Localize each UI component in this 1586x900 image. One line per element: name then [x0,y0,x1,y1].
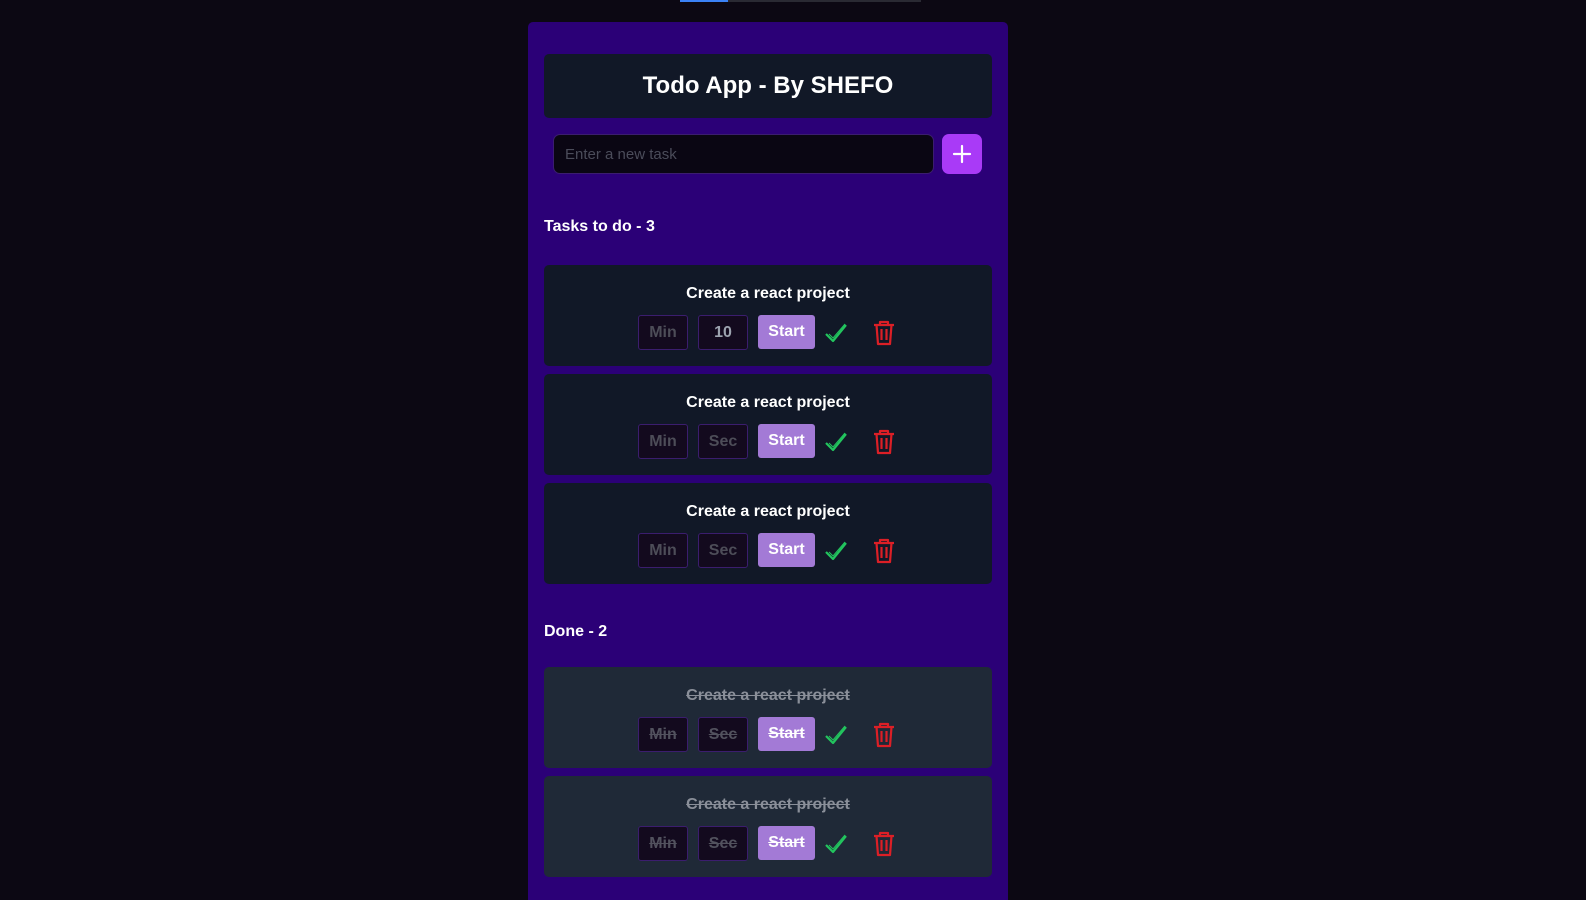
trash-icon[interactable] [872,320,896,346]
start-timer-button[interactable]: Start [758,717,815,751]
seconds-input[interactable]: Sec [698,717,748,752]
minutes-input[interactable]: Min [638,424,688,459]
task-name: Create a react project [686,796,850,813]
start-timer-button[interactable]: Start [758,533,815,567]
seconds-input[interactable]: Sec [698,826,748,861]
done-task-card: Create a react project Min Sec Start [544,776,992,877]
check-icon[interactable] [824,539,848,563]
app-header: Todo App - By SHEFO [544,54,992,118]
todo-app-panel: Todo App - By SHEFO Tasks to do - 3 Crea… [528,22,1008,900]
task-name: Create a react project [686,394,850,411]
done-section-title: Done - 2 [544,623,608,640]
plus-icon [952,144,972,164]
trash-icon[interactable] [872,429,896,455]
trash-icon[interactable] [872,722,896,748]
trash-icon[interactable] [872,831,896,857]
todo-task-card: Create a react project Min Sec Start [544,483,992,584]
minutes-input[interactable]: Min [638,533,688,568]
new-task-input[interactable] [553,134,934,174]
app-title: Todo App - By SHEFO [642,72,894,99]
check-icon[interactable] [824,430,848,454]
seconds-input[interactable]: Sec [698,424,748,459]
minutes-input[interactable]: Min [638,826,688,861]
task-name: Create a react project [686,503,850,520]
add-task-form [553,134,982,174]
minutes-input[interactable]: Min [638,717,688,752]
check-icon[interactable] [824,321,848,345]
seconds-input[interactable]: Sec [698,533,748,568]
trash-icon[interactable] [872,538,896,564]
top-scroll-indicator-active [680,0,728,2]
top-scroll-indicator [680,0,921,2]
check-icon[interactable] [824,832,848,856]
start-timer-button[interactable]: Start [758,315,815,349]
todo-task-card: Create a react project Min Sec Start [544,374,992,475]
start-timer-button[interactable]: Start [758,826,815,860]
start-timer-button[interactable]: Start [758,424,815,458]
todo-task-card: Create a react project Min 10 Start [544,265,992,366]
done-task-card: Create a react project Min Sec Start [544,667,992,768]
check-icon[interactable] [824,723,848,747]
todo-section-title: Tasks to do - 3 [544,218,655,235]
seconds-input[interactable]: 10 [698,315,748,350]
add-task-button[interactable] [942,134,982,174]
task-name: Create a react project [686,285,850,302]
minutes-input[interactable]: Min [638,315,688,350]
task-name: Create a react project [686,687,850,704]
